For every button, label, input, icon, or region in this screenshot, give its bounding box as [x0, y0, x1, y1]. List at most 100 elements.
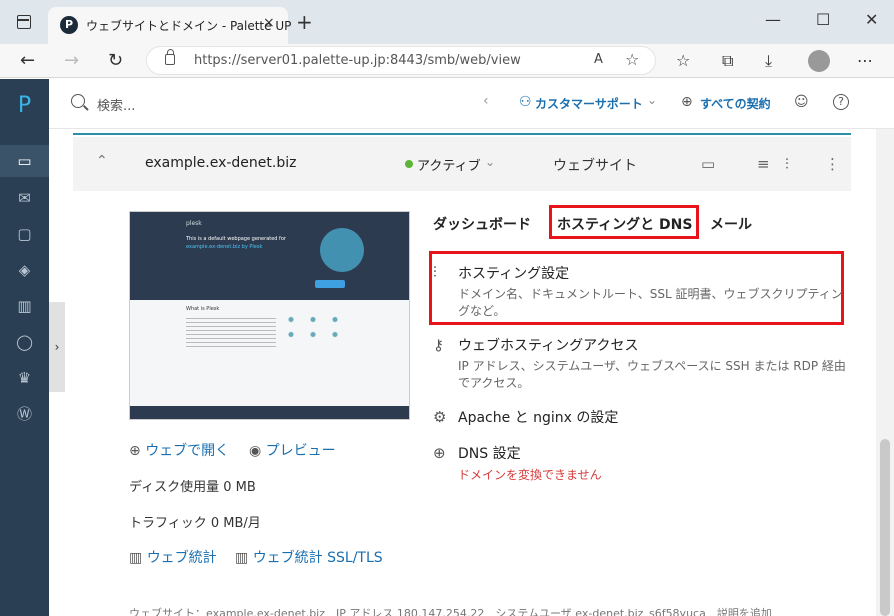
hosting-settings-desc: ドメイン名、ドキュメントルート、SSL 証明書、ウェブスクリプティングなど。 — [458, 287, 843, 318]
open-in-web-link[interactable]: ⊕ ウェブで開く — [129, 440, 229, 460]
tab-mail[interactable]: メール — [710, 214, 752, 234]
dns-settings-link[interactable]: DNS 設定 — [458, 443, 521, 463]
folder-icon[interactable]: ▢ — [0, 218, 49, 250]
collections-icon[interactable]: ⧉ — [722, 51, 733, 71]
search-input[interactable]: 検索... — [97, 95, 135, 114]
folder-icon[interactable]: ▭ — [701, 155, 715, 173]
plesk-favicon-icon: P — [60, 16, 78, 34]
thumbnail-text — [186, 318, 276, 348]
thumbnail-graphic — [320, 228, 364, 272]
wordpress-icon[interactable]: Ⓦ — [0, 398, 49, 430]
search-icon[interactable] — [71, 94, 85, 108]
thumbnail-footer — [130, 406, 409, 419]
layers-icon[interactable]: ◈ — [0, 254, 49, 286]
thumbnail-button — [315, 280, 345, 288]
back-button[interactable]: ← — [20, 50, 35, 71]
database-icon[interactable]: ≡ — [757, 155, 770, 173]
open-in-web-label: ウェブで開く — [145, 443, 230, 459]
read-aloud-icon[interactable]: A — [594, 52, 603, 67]
web-hosting-access-link[interactable]: ウェブホスティングアクセス — [458, 335, 638, 355]
hosting-settings-link[interactable]: ホスティング設定 — [458, 263, 569, 283]
status-dot — [405, 160, 413, 168]
chart-icon[interactable]: ▥ — [0, 290, 49, 322]
bar-chart-icon: ▥ — [235, 550, 249, 566]
disk-usage: ディスク使用量 0 MB — [129, 480, 256, 495]
thumbnail-heading2: example.ex-denet.biz by Plesk — [186, 244, 263, 250]
sliders-icon[interactable]: ⫶ — [785, 155, 789, 173]
plesk-sidebar: P ▭ ✉ ▢ ◈ ▥ ◯ ♛ Ⓦ — [0, 79, 49, 616]
chevron-up-icon[interactable]: ⌃ — [96, 153, 108, 169]
maximize-button[interactable]: ☐ — [816, 10, 830, 29]
monitor-icon[interactable]: ▭ — [0, 145, 49, 177]
help-icon[interactable]: ? — [833, 94, 849, 110]
web-stats-ssl-label: ウェブ統計 SSL/TLS — [252, 550, 383, 566]
chevron-down-icon[interactable]: ⌄ — [647, 93, 657, 107]
site-header: ⌃ example.ex-denet.biz アクティブ ⌄ ウェブサイト ▭ … — [73, 137, 851, 191]
web-stats-link[interactable]: ▥ ウェブ統計 — [129, 547, 217, 567]
window-menu-icon[interactable] — [17, 15, 31, 29]
website-label: ウェブサイト — [553, 158, 637, 174]
more-menu-icon[interactable]: ⋯ — [857, 51, 873, 70]
site-info-footer: ウェブサイト：example.ex-denet.biz IP アドレス 180.… — [129, 607, 772, 616]
thumbnail-icons — [280, 312, 350, 342]
globe-icon: ⊕ — [433, 444, 446, 462]
site-preview-thumbnail[interactable]: plesk This is a default webpage generate… — [129, 211, 410, 420]
thumbnail-heading: This is a default webpage generated for — [186, 236, 286, 242]
chevron-down-icon[interactable]: ⌄ — [485, 155, 495, 169]
support-link[interactable]: カスタマーサポート — [535, 95, 643, 112]
smiley-icon[interactable]: ☺ — [794, 94, 809, 110]
chevron-left-icon[interactable]: ‹ — [483, 93, 489, 109]
preview-label: プレビュー — [265, 443, 336, 459]
thumbnail-banner: plesk This is a default webpage generate… — [130, 212, 409, 300]
address-bar[interactable]: https://server01.palette-up.jp:8443/smb/… — [146, 46, 656, 75]
scrollbar[interactable] — [876, 129, 894, 616]
sidebar-collapse-handle[interactable]: › — [49, 302, 65, 392]
lock-icon[interactable] — [165, 49, 175, 65]
browser-toolbar: ← → ↻ https://server01.palette-up.jp:844… — [0, 44, 894, 78]
user-icon: ⚇ — [519, 94, 532, 110]
web-stats-label: ウェブ統計 — [146, 550, 217, 566]
plesk-header: 検索... ‹ ⚇ カスタマーサポート ⌄ ⊕ すべての契約 ☺ ? — [49, 79, 894, 129]
thumbnail-body: What is Plesk — [130, 300, 409, 406]
new-tab-button[interactable]: + — [296, 10, 313, 34]
sliders-icon: ⫶ — [433, 263, 437, 281]
main-content: ⌃ example.ex-denet.biz アクティブ ⌄ ウェブサイト ▭ … — [65, 129, 880, 616]
plesk-logo[interactable]: P — [0, 93, 49, 118]
key-icon: ⚷ — [433, 336, 444, 354]
minimize-button[interactable]: — — [765, 10, 781, 29]
domain-name[interactable]: example.ex-denet.biz — [145, 155, 296, 171]
highlight-box-tab — [549, 205, 699, 239]
tab-title: ウェブサイトとドメイン - Palette UP — [86, 19, 292, 33]
web-hosting-access-desc: IP アドレス、システムユーザ、ウェブスペースに SSH または RDP 経由で… — [458, 359, 846, 390]
scrollbar-thumb[interactable] — [880, 439, 890, 616]
close-tab-icon[interactable]: × — [263, 15, 275, 31]
preview-link[interactable]: ◉ プレビュー — [249, 440, 336, 460]
divider — [73, 133, 851, 135]
thumbnail-brand: plesk — [186, 220, 202, 227]
crown-icon[interactable]: ♛ — [0, 362, 49, 394]
gear-icon: ⚙ — [433, 408, 447, 426]
user-icon[interactable]: ◯ — [0, 326, 49, 358]
bar-chart-icon: ▥ — [129, 550, 143, 566]
web-stats-ssl-link[interactable]: ▥ ウェブ統計 SSL/TLS — [235, 547, 383, 567]
downloads-icon[interactable]: ⤓ — [765, 51, 772, 71]
subscriptions-link[interactable]: すべての契約 — [700, 95, 771, 112]
url-text[interactable]: https://server01.palette-up.jp:8443/smb/… — [194, 53, 521, 68]
tab-dashboard[interactable]: ダッシュボード — [433, 214, 531, 234]
apache-nginx-link[interactable]: Apache と nginx の設定 — [458, 407, 618, 427]
close-window-button[interactable]: ✕ — [865, 10, 878, 29]
add-favorite-icon[interactable]: ☆ — [625, 50, 639, 69]
eye-icon: ◉ — [249, 443, 262, 459]
status-dropdown[interactable]: アクティブ — [417, 155, 481, 174]
reload-button[interactable]: ↻ — [108, 50, 123, 71]
profile-avatar[interactable] — [808, 50, 830, 72]
globe-icon: ⊕ — [681, 94, 693, 110]
more-options-icon[interactable]: ⋮ — [825, 155, 840, 173]
traffic-usage: トラフィック 0 MB/月 — [129, 516, 261, 531]
favorites-icon[interactable]: ☆ — [676, 51, 690, 70]
thumbnail-section: What is Plesk — [186, 306, 220, 312]
forward-button[interactable]: → — [64, 50, 79, 71]
dns-error-text: ドメインを変換できません — [458, 468, 602, 482]
mail-icon[interactable]: ✉ — [0, 182, 49, 214]
browser-tab[interactable]: P ウェブサイトとドメイン - Palette UP × — [48, 7, 292, 44]
